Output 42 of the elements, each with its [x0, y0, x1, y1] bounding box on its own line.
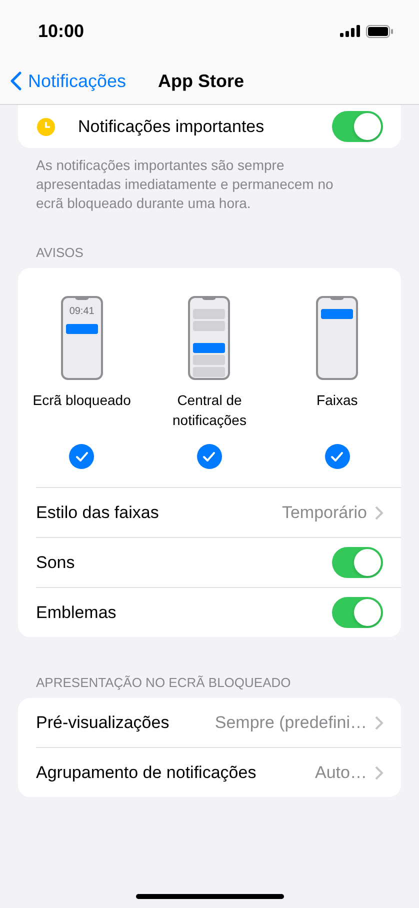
chevron-icon: [375, 716, 383, 730]
style-label: Central de notificações: [172, 391, 248, 430]
notification-bar: [193, 355, 226, 365]
back-chevron-icon: [10, 71, 22, 91]
row-value[interactable]: Temporário: [282, 502, 367, 522]
toggle-switch[interactable]: [332, 111, 383, 142]
clock-icon: [36, 116, 56, 136]
row-value[interactable]: Auto…: [315, 762, 367, 782]
notification-bar: [193, 367, 226, 377]
chevron-icon: [375, 506, 383, 520]
checkbox[interactable]: [69, 444, 94, 469]
toggle-switch[interactable]: [332, 597, 383, 628]
toggle-switch[interactable]: [332, 547, 383, 578]
notification-bar: [321, 309, 354, 319]
row-label: Notificações importantes: [78, 116, 264, 136]
footer-text: As notificações importantes são sempre apresentadas imediatamente e permanecem no ecrã bloqueado durante uma hora.: [36, 156, 334, 213]
row-label: Emblemas: [36, 602, 116, 622]
check-icon: [203, 452, 216, 462]
row-value[interactable]: Sempre (predefini…: [214, 712, 367, 732]
style-label: Faixas: [316, 391, 359, 410]
checkbox[interactable]: [196, 444, 222, 469]
notification-bar: [66, 324, 98, 334]
row-label: Estilo das faixas: [36, 502, 159, 522]
section-header: AVISOS: [36, 245, 84, 260]
row-label: Agrupamento de notificações: [36, 762, 256, 782]
check-icon: [76, 452, 88, 462]
notification-bar: [193, 309, 226, 319]
notification-bar: [193, 321, 226, 331]
status-time: 10:00: [38, 20, 84, 42]
signal-icon: [340, 25, 360, 37]
style-label: Ecrã bloqueado: [32, 391, 132, 410]
row-label: Sons: [36, 552, 75, 572]
battery-icon: [366, 24, 393, 38]
checkbox[interactable]: [324, 444, 350, 469]
back-button[interactable]: Notificações: [10, 70, 126, 92]
nav-title: App Store: [158, 70, 244, 92]
chevron-icon: [375, 766, 383, 780]
clock-time: 09:41: [69, 306, 94, 317]
notification-bar: [193, 343, 226, 353]
section-header: APRESENTAÇÃO NO ECRÃ BLOQUEADO: [36, 675, 292, 690]
row-label: Pré-visualizações: [36, 712, 170, 732]
check-icon: [331, 452, 344, 462]
